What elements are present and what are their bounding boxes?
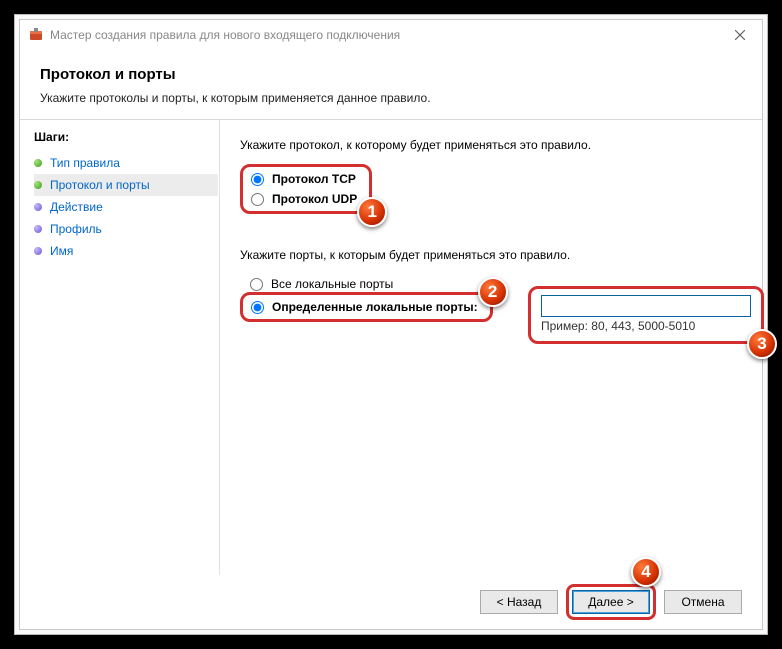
close-button[interactable] [718, 20, 762, 50]
step-label: Имя [50, 244, 73, 258]
steps-label: Шаги: [34, 130, 219, 144]
radio-specific-ports-label: Определенные локальные порты: [272, 300, 478, 314]
radio-all-ports-label: Все локальные порты [271, 277, 393, 291]
radio-tcp-row[interactable]: Протокол TCP [245, 169, 363, 189]
protocol-prompt: Укажите протокол, к которому будет приме… [240, 138, 738, 152]
port-input-highlight: Пример: 80, 443, 5000-5010 3 [528, 286, 764, 344]
ports-prompt: Укажите порты, к которым будет применять… [240, 248, 738, 262]
protocol-group-highlight: Протокол TCP Протокол UDP 1 [240, 164, 372, 214]
button-bar: < Назад Далее > 4 Отмена [20, 575, 762, 629]
step-label: Действие [50, 200, 103, 214]
specific-ports-highlight: Определенные локальные порты: 2 [240, 292, 493, 322]
callout-2: 2 [478, 277, 508, 307]
back-button[interactable]: < Назад [480, 590, 558, 614]
callout-3: 3 [747, 329, 777, 359]
next-button[interactable]: Далее > [572, 590, 650, 614]
radio-udp-label: Протокол UDP [272, 192, 357, 206]
radio-udp-row[interactable]: Протокол UDP [245, 189, 363, 209]
wizard-window: Мастер создания правила для нового входя… [19, 19, 763, 630]
cancel-button[interactable]: Отмена [664, 590, 742, 614]
window-title: Мастер создания правила для нового входя… [50, 28, 400, 42]
bullet-icon [34, 225, 42, 233]
radio-all-ports[interactable] [250, 278, 263, 291]
callout-1: 1 [357, 197, 387, 227]
port-example: Пример: 80, 443, 5000-5010 [541, 319, 751, 333]
radio-tcp-label: Протокол TCP [272, 172, 356, 186]
radio-specific-ports-row[interactable]: Определенные локальные порты: [245, 297, 484, 317]
bullet-icon [34, 181, 42, 189]
step-profile[interactable]: Профиль [34, 218, 219, 240]
step-protocol-ports[interactable]: Протокол и порты [34, 174, 218, 196]
bullet-icon [34, 159, 42, 167]
bullet-icon [34, 247, 42, 255]
wizard-content: Укажите протокол, к которому будет приме… [220, 120, 762, 575]
wizard-header: Протокол и порты Укажите протоколы и пор… [20, 50, 762, 120]
page-title: Протокол и порты [40, 66, 742, 83]
step-name[interactable]: Имя [34, 240, 219, 262]
next-button-highlight: Далее > 4 [566, 584, 656, 620]
callout-4: 4 [631, 557, 661, 587]
step-label: Профиль [50, 222, 102, 236]
step-rule-type[interactable]: Тип правила [34, 152, 219, 174]
close-icon [735, 30, 745, 40]
radio-tcp[interactable] [251, 173, 264, 186]
step-action[interactable]: Действие [34, 196, 219, 218]
steps-sidebar: Шаги: Тип правила Протокол и порты Дейст… [20, 120, 220, 575]
radio-udp[interactable] [251, 193, 264, 206]
firewall-icon [28, 27, 44, 43]
port-input[interactable] [541, 295, 751, 317]
titlebar: Мастер создания правила для нового входя… [20, 20, 762, 50]
radio-specific-ports[interactable] [251, 301, 264, 314]
page-subtitle: Укажите протоколы и порты, к которым при… [40, 91, 742, 105]
step-label: Тип правила [50, 156, 120, 170]
outer-frame: Мастер создания правила для нового входя… [14, 14, 768, 635]
bullet-icon [34, 203, 42, 211]
step-label: Протокол и порты [50, 178, 150, 192]
